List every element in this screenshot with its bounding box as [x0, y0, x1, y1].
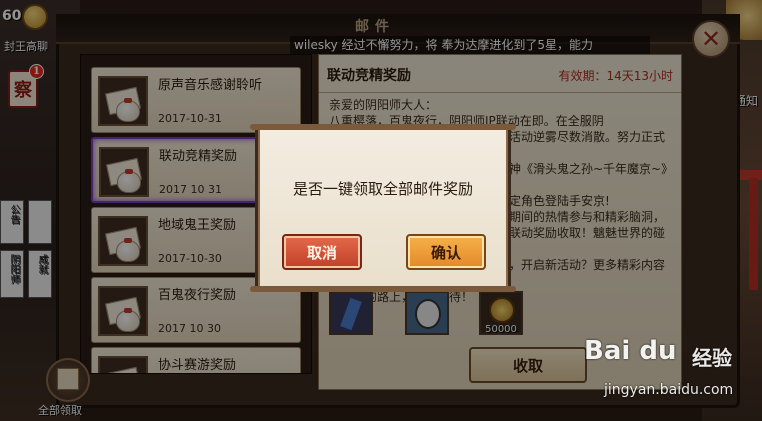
watermark-logo-cn: 经验 [692, 346, 732, 370]
watermark-url: jingyan.baidu.com [604, 382, 734, 398]
confirm-label: 确认 [430, 243, 461, 262]
cancel-label: 取消 [306, 243, 337, 262]
watermark-logo: Bai du [584, 336, 677, 366]
baidu-watermark: Bai du 经验 jingyan.baidu.com [584, 336, 762, 420]
confirm-dialog: 是否一键领取全部邮件奖励 取消 确认 [250, 124, 516, 292]
dialog-message: 是否一键领取全部邮件奖励 [292, 180, 473, 198]
confirm-button[interactable]: 确认 [406, 234, 486, 270]
cancel-button[interactable]: 取消 [282, 234, 362, 270]
